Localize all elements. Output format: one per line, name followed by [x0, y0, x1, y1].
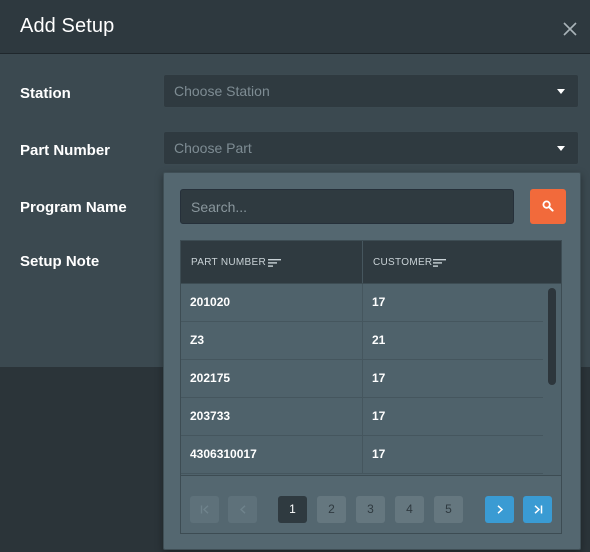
grid-header: PART NUMBER CUSTOMER — [181, 241, 561, 284]
table-row[interactable]: Z3 21 — [181, 322, 543, 360]
part-dropdown-panel: PART NUMBER CUSTOMER — [163, 172, 581, 550]
part-number-select-placeholder: Choose Part — [174, 140, 252, 156]
dialog-title: Add Setup — [20, 15, 115, 37]
part-number-cell: 201020 — [181, 284, 363, 322]
part-number-select[interactable]: Choose Part — [163, 131, 579, 165]
setup-note-label: Setup Note — [20, 253, 100, 270]
pagination: 1 2 3 4 5 — [181, 475, 561, 533]
page-button[interactable]: 2 — [317, 496, 346, 523]
table-row[interactable]: 4306310017 17 — [181, 436, 543, 474]
next-page-button[interactable] — [485, 496, 514, 523]
chevron-down-icon — [557, 89, 565, 94]
customer-cell: 21 — [372, 333, 386, 347]
previous-page-button[interactable] — [228, 496, 257, 523]
part-number-cell: Z3 — [181, 322, 363, 360]
part-number-cell: 202175 — [181, 360, 363, 398]
column-header-label: PART NUMBER — [191, 257, 266, 268]
station-select[interactable]: Choose Station — [163, 74, 579, 108]
customer-cell: 17 — [372, 295, 386, 309]
previous-page-icon — [239, 505, 245, 514]
part-number-cell: 4306310017 — [181, 436, 363, 474]
station-label: Station — [20, 85, 71, 102]
search-icon — [542, 200, 554, 212]
search-button[interactable] — [530, 189, 566, 224]
station-select-placeholder: Choose Station — [174, 83, 270, 99]
column-header-part-number[interactable]: PART NUMBER — [181, 241, 362, 283]
customer-cell: 17 — [372, 409, 386, 423]
page-button[interactable]: 5 — [434, 496, 463, 523]
customer-cell: 17 — [372, 447, 386, 461]
page-button[interactable]: 1 — [278, 496, 307, 523]
column-header-label: CUSTOMER — [373, 257, 433, 268]
first-page-button[interactable] — [190, 496, 219, 523]
next-page-icon — [496, 505, 503, 514]
first-page-icon — [200, 505, 208, 514]
part-search-input[interactable] — [180, 189, 514, 224]
table-row[interactable]: 202175 17 — [181, 360, 543, 398]
page-button[interactable]: 3 — [356, 496, 385, 523]
close-icon — [563, 22, 577, 36]
dialog-header: Add Setup — [0, 0, 590, 54]
sort-icon — [268, 259, 281, 267]
customer-cell: 17 — [372, 371, 386, 385]
page-button[interactable]: 4 — [395, 496, 424, 523]
part-number-cell: 203733 — [181, 398, 363, 436]
table-row[interactable]: 201020 17 — [181, 284, 543, 322]
sort-icon — [433, 259, 446, 267]
scrollbar-thumb[interactable] — [548, 288, 556, 385]
grid-rows: 201020 17 Z3 21 202175 17 203733 17 4306… — [181, 284, 543, 475]
part-grid: PART NUMBER CUSTOMER 201020 17 Z3 21 202… — [180, 240, 562, 534]
program-name-label: Program Name — [20, 199, 127, 216]
add-setup-dialog: Add Setup Station Choose Station Part Nu… — [0, 0, 590, 552]
column-header-customer[interactable]: CUSTOMER — [363, 241, 561, 283]
table-row[interactable]: 203733 17 — [181, 398, 543, 436]
close-button[interactable] — [560, 19, 580, 39]
chevron-down-icon — [557, 146, 565, 151]
part-number-label: Part Number — [20, 142, 111, 159]
last-page-button[interactable] — [523, 496, 552, 523]
last-page-icon — [533, 505, 542, 514]
